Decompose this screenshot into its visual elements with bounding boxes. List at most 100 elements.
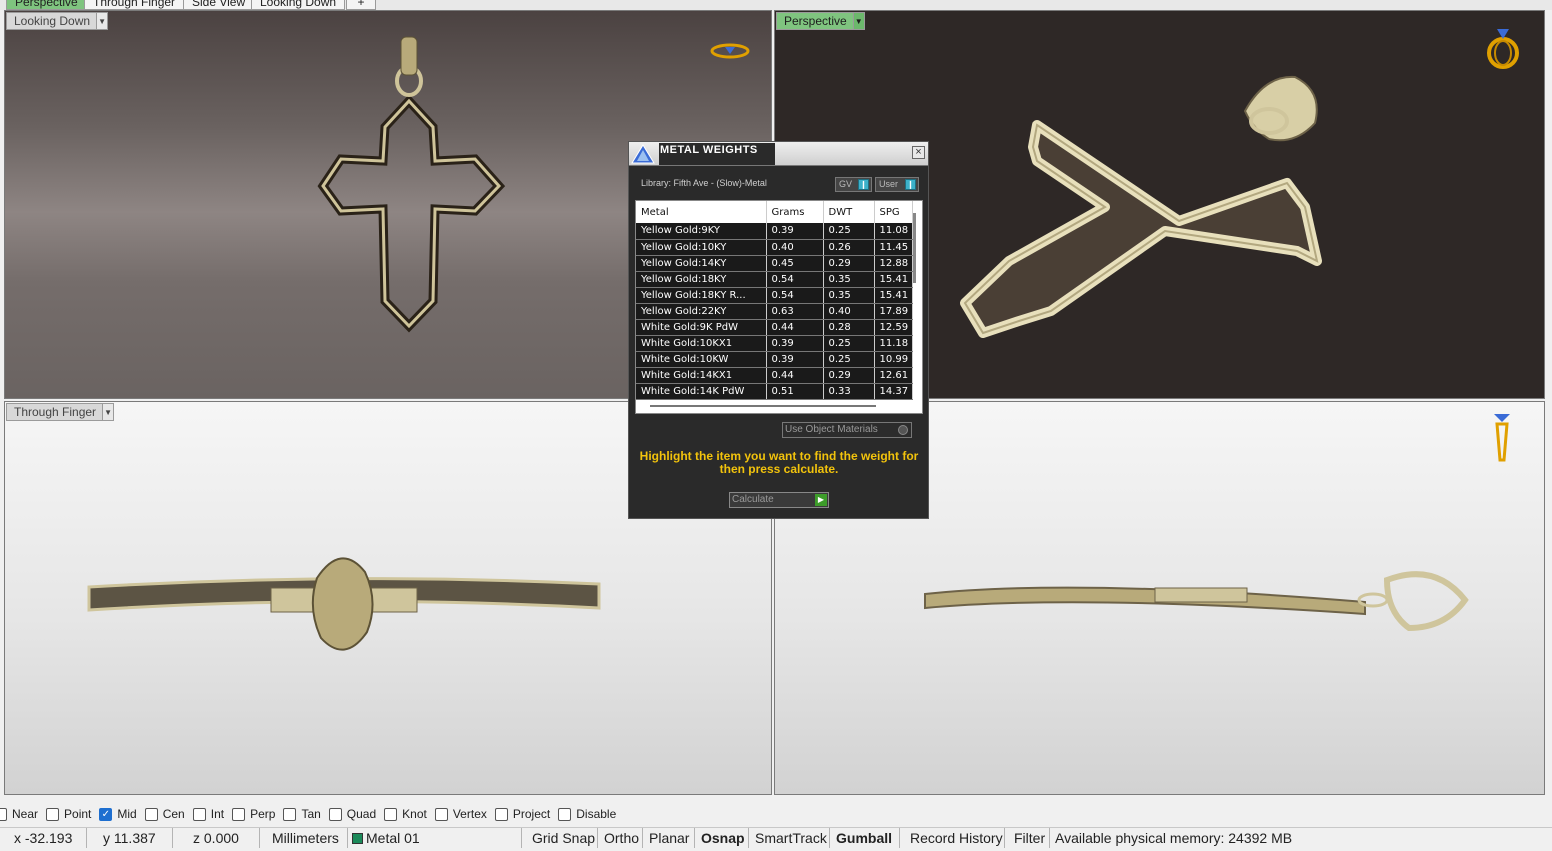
osnap-point[interactable]: Point [46, 807, 91, 821]
cell-metal: Yellow Gold:9KY [636, 223, 767, 240]
cell-dwt: 0.25 [823, 351, 875, 368]
units-field[interactable]: Millimeters [260, 828, 348, 848]
cell-spg: 12.88 [874, 255, 913, 272]
table-row[interactable]: White Gold:14K PdW 0.51 0.33 14.37 [636, 383, 913, 400]
cell-grams: 0.44 [766, 319, 824, 336]
record-history-toggle[interactable]: Record History [900, 828, 1005, 848]
osnap-perp[interactable]: Perp [232, 807, 275, 821]
osnap-cen[interactable]: Cen [144, 807, 185, 821]
smarttrack-toggle[interactable]: SmartTrack [749, 828, 830, 848]
user-label: User [879, 179, 899, 189]
checkbox[interactable] [46, 807, 60, 821]
filter-toggle[interactable]: Filter [1005, 828, 1050, 848]
cell-spg: 17.89 [874, 303, 913, 320]
osnap-bar: Near Point ✓ Mid Cen Int Perp Tan Quad Kn… [0, 804, 1552, 824]
calculate-button[interactable]: Calculate ▶ [729, 492, 829, 508]
osnap-toggle[interactable]: Osnap [695, 828, 749, 848]
osnap-mid[interactable]: ✓ Mid [99, 807, 137, 821]
column-header-dwt[interactable]: DWT [823, 201, 875, 223]
table-row[interactable]: Yellow Gold:10KY 0.40 0.26 11.45 [636, 239, 913, 256]
radio-icon[interactable] [898, 425, 908, 435]
osnap-int[interactable]: Int [192, 807, 225, 821]
checkbox[interactable] [558, 807, 572, 821]
checkbox[interactable] [328, 807, 342, 821]
coord-z: z 0.000 [173, 828, 260, 848]
osnap-label: Point [64, 807, 92, 821]
checkbox[interactable] [384, 807, 398, 821]
checkbox[interactable] [434, 807, 448, 821]
cell-grams: 0.54 [766, 271, 824, 288]
checkbox[interactable] [0, 807, 7, 821]
tab-perspective[interactable]: Perspective [6, 0, 87, 10]
gumball-toggle[interactable]: Gumball [830, 828, 900, 848]
osnap-quad[interactable]: Quad [328, 807, 377, 821]
osnap-label: Disable [576, 807, 617, 821]
osnap-vertex[interactable]: Vertex [434, 807, 487, 821]
cell-grams: 0.40 [766, 239, 824, 256]
cell-spg: 15.41 [874, 271, 913, 288]
checkbox[interactable] [232, 807, 246, 821]
cell-metal: White Gold:10KW [636, 351, 767, 368]
osnap-disable[interactable]: Disable [558, 807, 616, 821]
osnap-label: Quad [346, 807, 377, 821]
table-row[interactable]: Yellow Gold:14KY 0.45 0.29 12.88 [636, 255, 913, 272]
planar-toggle[interactable]: Planar [643, 828, 695, 848]
use-object-materials-option[interactable]: Use Object Materials [782, 422, 912, 438]
cell-dwt: 0.40 [823, 303, 875, 320]
ring-top-view-icon[interactable] [709, 41, 751, 61]
checkbox-checked[interactable]: ✓ [99, 807, 113, 821]
gv-toggle[interactable]: GV ❙ [835, 177, 872, 192]
ring-side-view-icon[interactable] [1487, 410, 1517, 464]
add-tab-button[interactable]: + [346, 0, 376, 10]
checkbox[interactable] [283, 807, 297, 821]
checkbox[interactable] [494, 807, 508, 821]
osnap-label: Int [210, 807, 225, 821]
osnap-knot[interactable]: Knot [384, 807, 427, 821]
ortho-toggle[interactable]: Ortho [598, 828, 643, 848]
use-object-materials-label: Use Object Materials [785, 424, 878, 435]
toggle-icon: ❙ [905, 179, 916, 190]
osnap-project[interactable]: Project [494, 807, 551, 821]
tab-side-view[interactable]: Side View [183, 0, 255, 10]
layer-field[interactable]: Metal 01 [348, 828, 522, 848]
table-row[interactable]: Yellow Gold:18KY 0.54 0.35 15.41 [636, 271, 913, 288]
cell-dwt: 0.35 [823, 287, 875, 304]
column-header-metal[interactable]: Metal [636, 201, 767, 223]
dialog-title-bar[interactable]: METAL WEIGHTS × [629, 142, 928, 166]
table-row[interactable]: White Gold:10KX1 0.39 0.25 11.18 [636, 335, 913, 352]
checkbox[interactable] [192, 807, 206, 821]
table-row[interactable]: White Gold:10KW 0.39 0.25 10.99 [636, 351, 913, 368]
cell-dwt: 0.33 [823, 383, 875, 400]
ring-perspective-icon[interactable] [1483, 23, 1523, 71]
layer-name: Metal 01 [366, 830, 420, 846]
grid-snap-toggle[interactable]: Grid Snap [522, 828, 598, 848]
cell-metal: Yellow Gold:14KY [636, 255, 767, 272]
osnap-tan[interactable]: Tan [283, 807, 321, 821]
cell-metal: White Gold:9K PdW [636, 319, 767, 336]
column-header-spg[interactable]: SPG [874, 201, 913, 223]
cell-spg: 15.41 [874, 287, 913, 304]
tab-through-finger[interactable]: Through Finger [84, 0, 185, 10]
table-row[interactable]: Yellow Gold:18KY R... 0.54 0.35 15.41 [636, 287, 913, 304]
table-horizontal-scrollbar[interactable] [650, 405, 876, 407]
osnap-near[interactable]: Near [0, 807, 38, 821]
checkbox[interactable] [144, 807, 158, 821]
cell-dwt: 0.35 [823, 271, 875, 288]
cell-dwt: 0.28 [823, 319, 875, 336]
metal-weights-table[interactable]: Metal Grams DWT SPG Yellow Gold:9KY 0.39 0… [635, 200, 923, 414]
close-icon[interactable]: × [912, 146, 925, 159]
table-row[interactable]: White Gold:14KX1 0.44 0.29 12.61 [636, 367, 913, 384]
metal-weights-dialog[interactable]: METAL WEIGHTS × Library: Fifth Ave - (Sl… [628, 141, 929, 519]
cell-metal: Yellow Gold:22KY [636, 303, 767, 320]
column-header-grams[interactable]: Grams [766, 201, 824, 223]
cell-metal: Yellow Gold:18KY [636, 271, 767, 288]
cell-spg: 12.61 [874, 367, 913, 384]
table-row[interactable]: White Gold:9K PdW 0.44 0.28 12.59 [636, 319, 913, 336]
cell-grams: 0.39 [766, 351, 824, 368]
table-row[interactable]: Yellow Gold:9KY 0.39 0.25 11.08 [636, 223, 913, 240]
tab-looking-down[interactable]: Looking Down [251, 0, 346, 10]
osnap-label: Project [512, 807, 551, 821]
user-toggle[interactable]: User ❙ [875, 177, 919, 192]
table-vertical-scrollbar[interactable] [913, 213, 916, 283]
table-row[interactable]: Yellow Gold:22KY 0.63 0.40 17.89 [636, 303, 913, 320]
